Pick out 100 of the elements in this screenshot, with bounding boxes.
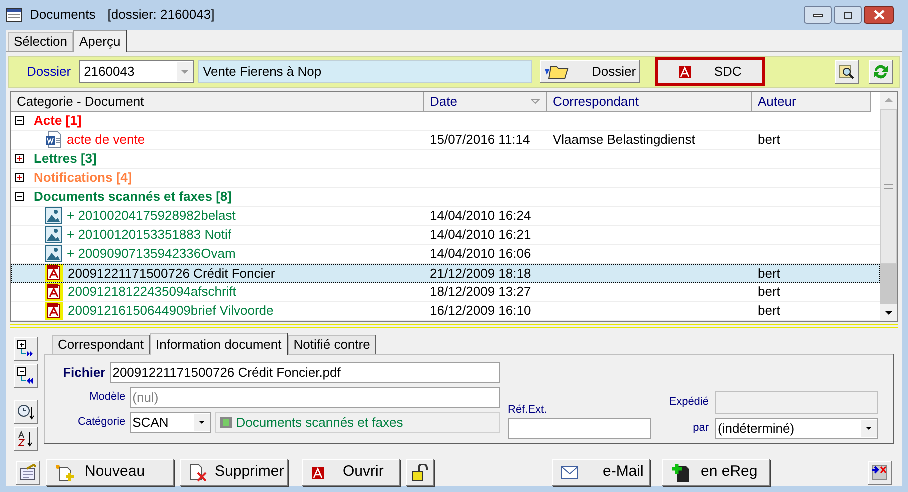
expand-all-icon <box>17 340 35 358</box>
toolbar-button[interactable]: en eReg <box>662 459 770 486</box>
field-label: Expédié <box>668 395 709 410</box>
collapse-all-icon <box>17 367 35 386</box>
model-field[interactable]: (nul) <box>130 387 500 408</box>
document-row[interactable]: acte de vente 15/07/2016 11:14 Vlaamse Belastingdienst bert <box>11 130 880 150</box>
sort-alphabetical-button[interactable] <box>14 427 38 452</box>
field-label: par <box>692 421 709 436</box>
close-button[interactable] <box>864 6 894 24</box>
document-name: + 20100204175928982belast <box>67 207 236 226</box>
tab[interactable]: Information document <box>150 333 288 356</box>
category-label: Notifications [4] <box>34 169 132 188</box>
refresh-icon <box>872 62 890 81</box>
delete-document-icon <box>189 464 209 482</box>
search-button[interactable] <box>835 60 859 84</box>
expand-all-button[interactable] <box>14 337 38 362</box>
category-label: Documents scannés et faxes [8] <box>34 188 232 206</box>
category-name-field: Documents scannés et faxes <box>215 412 500 434</box>
close-icon <box>874 10 884 20</box>
search-icon <box>839 64 855 80</box>
reference-field[interactable] <box>508 418 651 440</box>
minimize-button[interactable] <box>804 6 832 24</box>
field-label: Catégorie <box>76 415 126 430</box>
sent-by-dropdown[interactable]: (indéterminé) <box>715 418 878 440</box>
clock-sort-icon <box>17 403 35 422</box>
image-icon <box>45 245 62 262</box>
tab[interactable]: Aperçu <box>73 30 127 52</box>
pdf-icon <box>678 64 692 79</box>
window-title: Documents <box>30 6 96 24</box>
envelope-icon <box>561 464 581 481</box>
date-cell: 15/07/2016 11:14 <box>430 132 530 148</box>
folder-icon <box>544 64 570 80</box>
vertical-scrollbar[interactable] <box>880 92 897 322</box>
column-header[interactable]: Categorie - Document <box>11 92 424 112</box>
film-icon <box>220 417 232 428</box>
tab[interactable]: Correspondant <box>52 335 150 354</box>
date-cell: 21/12/2009 18:18 <box>430 266 532 281</box>
pdf-icon <box>45 302 63 320</box>
dossier-name-field: Vente Fierens à Nop <box>198 60 532 84</box>
date-cell: 14/04/2010 16:06 <box>430 246 532 262</box>
exit-button[interactable] <box>868 460 892 485</box>
field-label: Réf.Ext. <box>508 402 548 418</box>
lock-button[interactable] <box>406 459 434 486</box>
form-icon <box>19 464 37 482</box>
pdf-icon <box>45 282 63 301</box>
toolbar-button[interactable]: Ouvrir <box>302 459 400 486</box>
app-window-icon <box>6 8 22 22</box>
window-subtitle: [dossier: 2160043] <box>108 6 215 24</box>
document-name: 20091218122435094afschrift <box>68 283 236 302</box>
dossier-label: Dossier <box>27 63 72 82</box>
category-label: Lettres [3] <box>34 150 97 168</box>
category-label: Acte [1] <box>34 112 82 130</box>
unlocked-padlock-icon <box>412 464 428 482</box>
document-row[interactable]: 20091221171500726 Crédit Foncier 21/12/2009 18:18 bert <box>11 264 880 283</box>
maximize-button[interactable] <box>834 6 862 24</box>
dossier-button[interactable]: Dossier <box>540 60 640 84</box>
author-cell: bert <box>758 303 780 318</box>
pdf-icon <box>311 466 325 480</box>
expand-icon[interactable] <box>15 154 24 164</box>
document-row[interactable]: 20091216150644909brief Vilvoorde 16/12/2009 16:10 bert <box>11 302 880 321</box>
document-row[interactable]: 20091218122435094afschrift 18/12/2009 13:27 bert <box>11 282 880 302</box>
az-sort-icon <box>17 430 35 448</box>
pdf-icon <box>45 264 63 282</box>
collapse-icon[interactable] <box>15 192 24 202</box>
document-row[interactable]: + 20100204175928982belast 14/04/2010 16:24 <box>11 206 880 226</box>
column-header[interactable]: Correspondant <box>547 92 752 112</box>
author-cell: bert <box>758 284 780 300</box>
expand-icon[interactable] <box>15 173 24 182</box>
date-cell: 14/04/2010 16:21 <box>430 227 532 242</box>
tab[interactable]: Sélection <box>8 32 74 51</box>
word-document-icon <box>45 130 62 149</box>
sdc-button[interactable]: SDC <box>658 60 762 84</box>
refresh-button[interactable] <box>869 60 893 84</box>
category-dropdown[interactable]: SCAN <box>130 412 212 434</box>
filename-field[interactable]: 20091221171500726 Crédit Foncier.pdf <box>110 362 500 384</box>
add-document-icon <box>671 462 691 483</box>
column-header[interactable]: Auteur <box>752 92 871 112</box>
author-cell: bert <box>758 132 780 148</box>
toolbar-button[interactable]: Nouveau <box>46 459 174 486</box>
document-name: + 20090907135942336Ovam <box>67 245 236 264</box>
dossier-number-dropdown[interactable]: 2160043 <box>79 60 194 84</box>
document-name: 20091216150644909brief Vilvoorde <box>68 302 274 320</box>
toolbar-button[interactable]: Supprimer <box>180 459 288 486</box>
document-name: 20091221171500726 Crédit Foncier <box>68 264 276 283</box>
field-label: Fichier <box>62 364 106 382</box>
document-row[interactable]: + 20100120153351883 Notif 14/04/2010 16:21 <box>11 226 880 245</box>
collapse-all-button[interactable] <box>14 364 38 388</box>
tab[interactable]: Notifié contre <box>288 335 376 354</box>
column-header[interactable]: Date <box>424 92 547 112</box>
field-label: Modèle <box>88 390 126 406</box>
document-name: acte de vente <box>67 131 146 150</box>
new-document-icon <box>55 464 77 482</box>
date-cell: 18/12/2009 13:27 <box>430 284 532 300</box>
toolbar-button[interactable]: e-Mail <box>552 459 650 486</box>
sort-arrow-icon <box>531 98 540 104</box>
document-name: + 20100120153351883 Notif <box>67 226 232 244</box>
sort-by-date-button[interactable] <box>14 400 38 424</box>
exit-icon <box>871 464 889 482</box>
collapse-icon[interactable] <box>15 116 24 126</box>
properties-button[interactable] <box>16 460 40 485</box>
